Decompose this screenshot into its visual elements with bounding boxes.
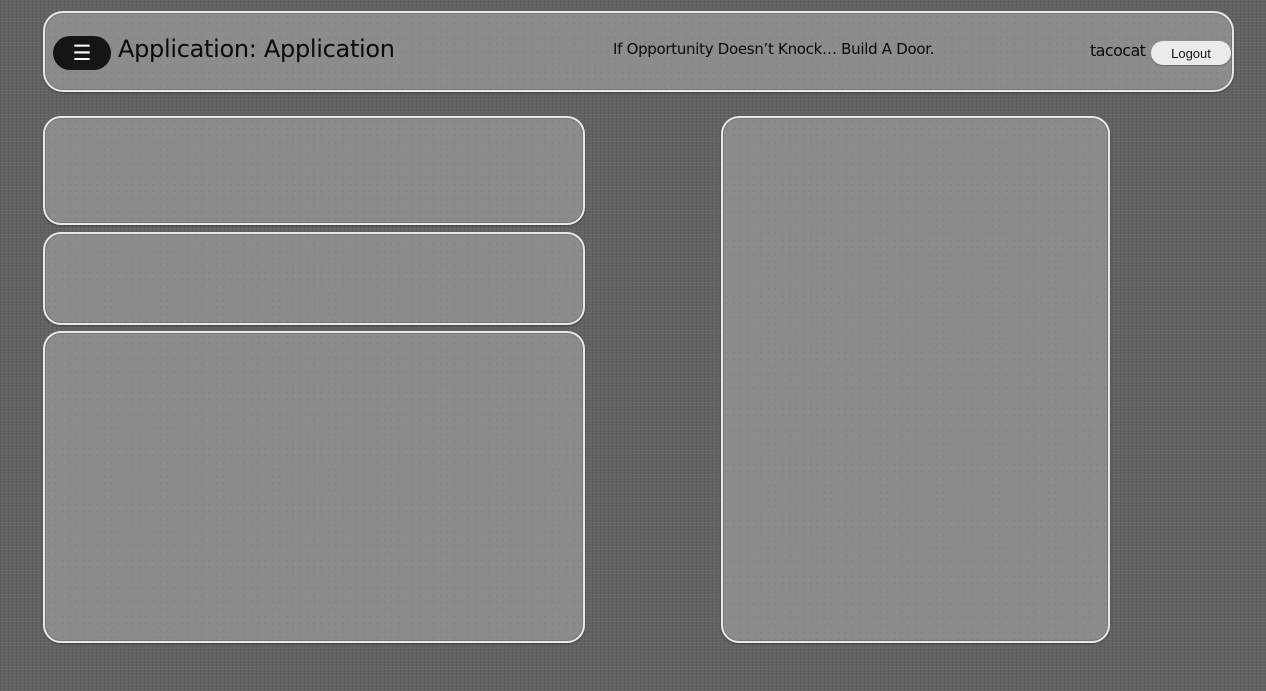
left-panel-middle [43, 232, 585, 325]
header-quote: If Opportunity Doesn’t Knock… Build A Do… [613, 40, 935, 58]
menu-button[interactable]: ☰ [53, 36, 111, 70]
hamburger-menu-icon: ☰ [72, 40, 92, 65]
app-title: Application: Application [118, 35, 395, 63]
left-panel-bottom [43, 331, 585, 643]
left-panel-top [43, 116, 585, 225]
right-panel [721, 116, 1110, 643]
logout-button[interactable]: Logout [1151, 41, 1231, 65]
header-bar: ☰ Application: Application If Opportunit… [43, 11, 1234, 92]
username-label: tacocat [1090, 41, 1146, 60]
